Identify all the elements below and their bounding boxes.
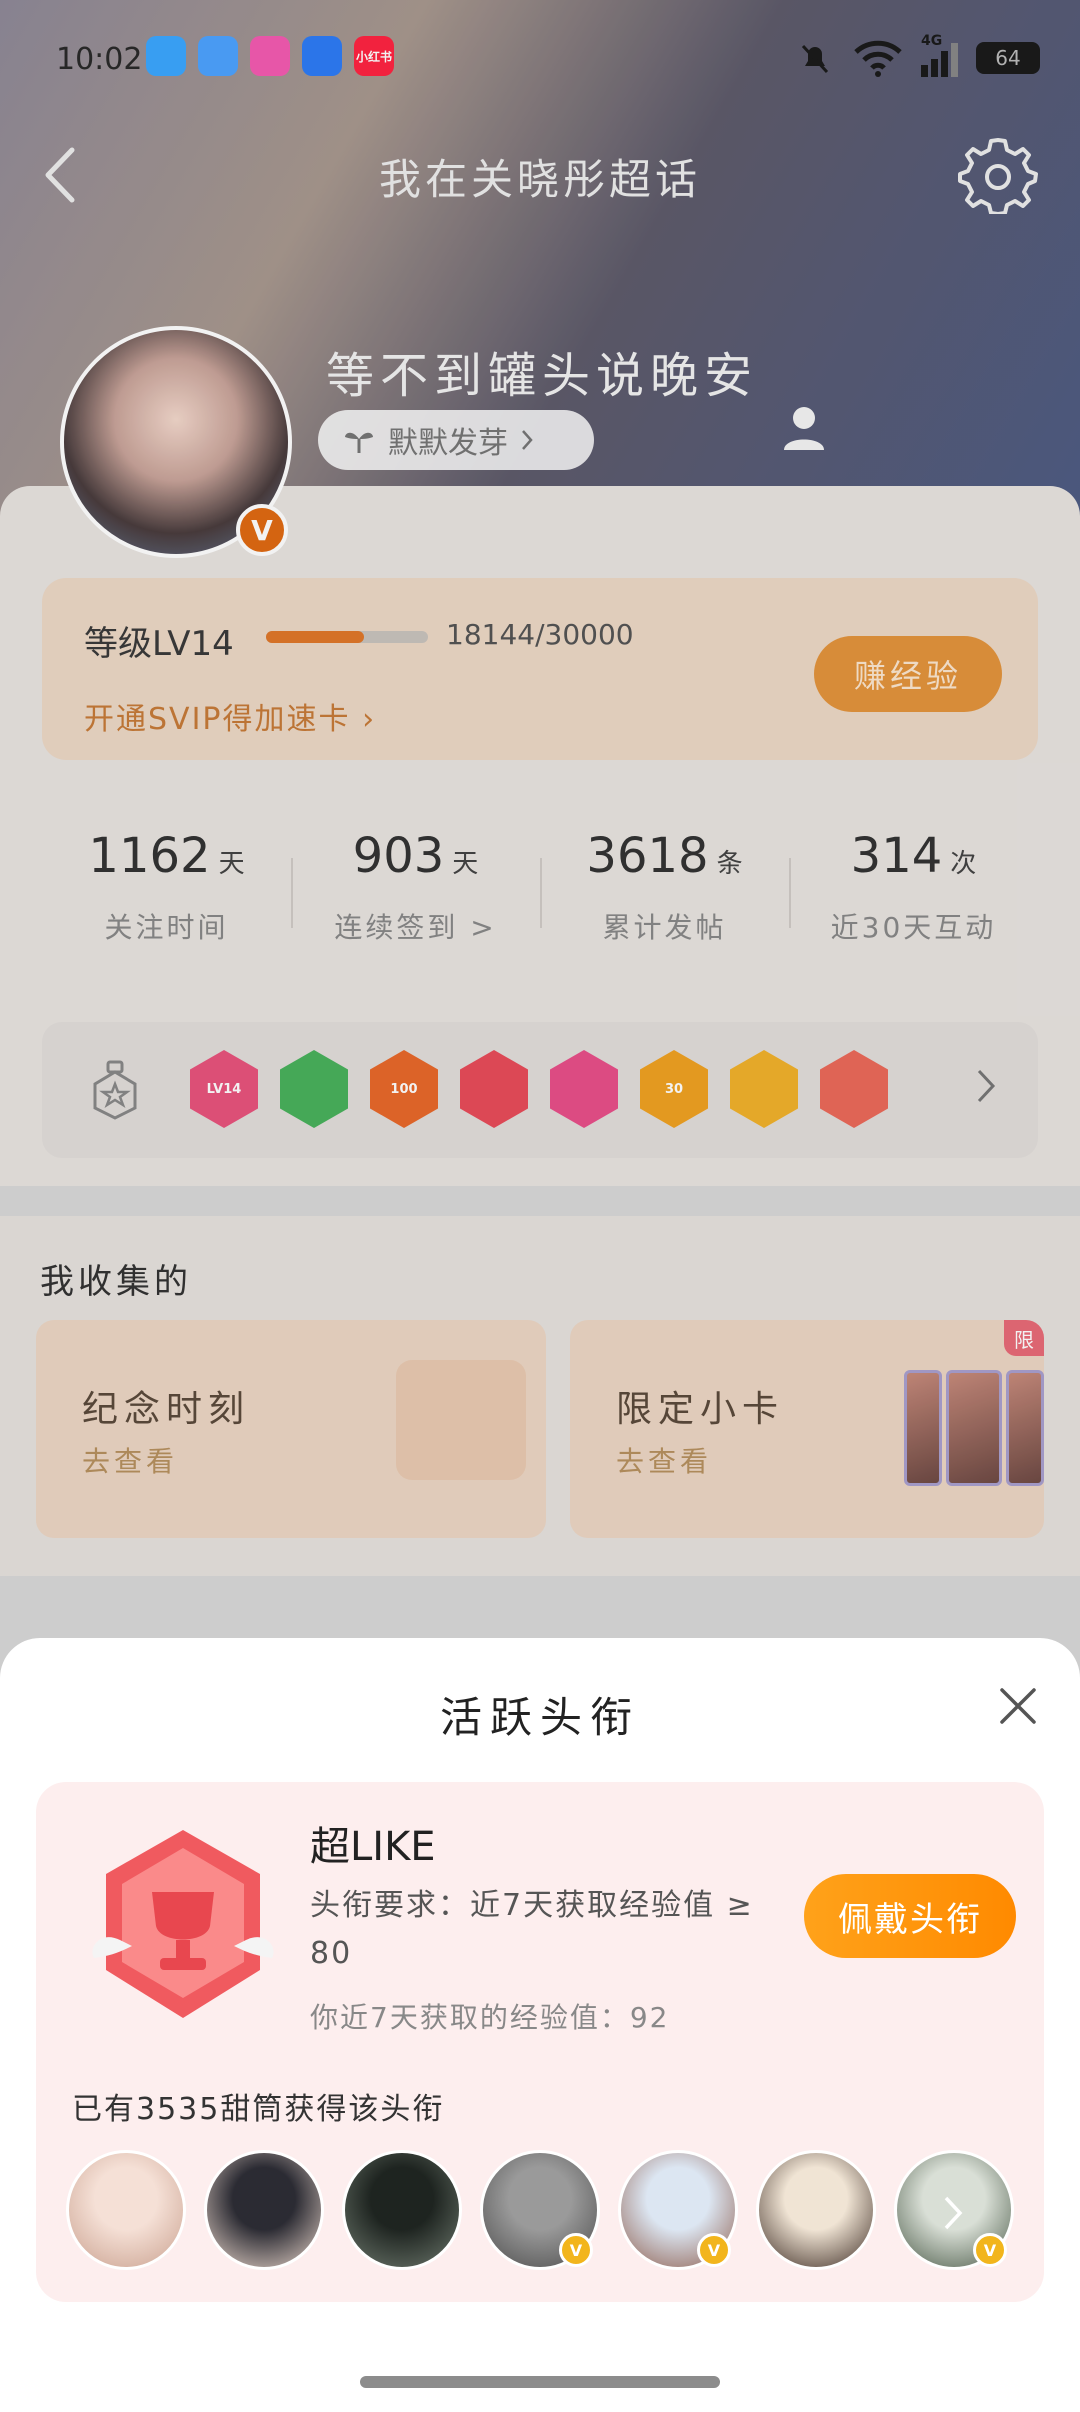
- sheet-title: 活跃头衔: [439, 1693, 640, 1742]
- title-detail-card: 超LIKE 头衔要求：近7天获取经验值 ≥ 80 你近7天获取的经验值：92 佩…: [36, 1782, 1044, 2302]
- owner-avatar[interactable]: [342, 2150, 462, 2270]
- trophy-badge-icon: [92, 1830, 274, 2018]
- close-icon[interactable]: [996, 1684, 1040, 1728]
- owner-avatar[interactable]: [204, 2150, 324, 2270]
- active-title-sheet: 活跃头衔 超LIKE 头衔要求：近7天获取经验值 ≥ 80 你近7天获取的经验值…: [0, 1638, 1080, 2412]
- owner-avatar[interactable]: V: [480, 2150, 600, 2270]
- owner-avatar[interactable]: V: [894, 2150, 1014, 2270]
- title-badge-name: 超LIKE: [310, 1824, 436, 1870]
- verified-badge: V: [697, 2233, 731, 2267]
- verified-badge: V: [973, 2233, 1007, 2267]
- title-owners-count: 已有3535甜筒获得该头衔: [72, 2092, 445, 2127]
- owner-avatar[interactable]: [756, 2150, 876, 2270]
- title-requirement: 头衔要求：近7天获取经验值 ≥ 80: [310, 1888, 754, 1971]
- owner-avatar[interactable]: V: [618, 2150, 738, 2270]
- chevron-right-icon[interactable]: [941, 2193, 965, 2233]
- home-indicator[interactable]: [360, 2376, 720, 2388]
- wear-title-button[interactable]: 佩戴头衔: [804, 1874, 1016, 1958]
- verified-badge: V: [559, 2233, 593, 2267]
- title-exp-progress: 你近7天获取的经验值：92: [310, 2001, 670, 2034]
- title-owners-list[interactable]: VVV: [66, 2150, 1014, 2270]
- owner-avatar[interactable]: [66, 2150, 186, 2270]
